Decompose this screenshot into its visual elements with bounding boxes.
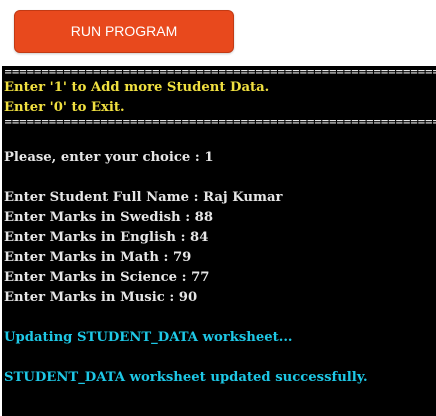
separator-line: ========================================…: [4, 118, 436, 128]
math-marks-entry: Enter Marks in Math : 79: [4, 250, 192, 265]
english-marks-entry: Enter Marks in English : 84: [4, 230, 209, 245]
terminal-output[interactable]: ========================================…: [2, 66, 436, 416]
science-marks-entry: Enter Marks in Science : 77: [4, 270, 210, 285]
run-program-button[interactable]: RUN PROGRAM: [14, 10, 234, 53]
music-marks-entry: Enter Marks in Music : 90: [4, 290, 198, 305]
choice-prompt: Please, enter your choice : 1: [4, 150, 214, 165]
status-success: STUDENT_DATA worksheet updated successfu…: [4, 370, 368, 385]
status-updating: Updating STUDENT_DATA worksheet...: [4, 330, 293, 345]
separator-line: ========================================…: [4, 68, 436, 78]
menu-option-exit: Enter '0' to Exit.: [4, 100, 125, 115]
menu-option-add: Enter '1' to Add more Student Data.: [4, 80, 270, 95]
swedish-marks-entry: Enter Marks in Swedish : 88: [4, 210, 214, 225]
page: RUN PROGRAM ============================…: [0, 0, 436, 416]
student-name-entry: Enter Student Full Name : Raj Kumar: [4, 190, 283, 205]
